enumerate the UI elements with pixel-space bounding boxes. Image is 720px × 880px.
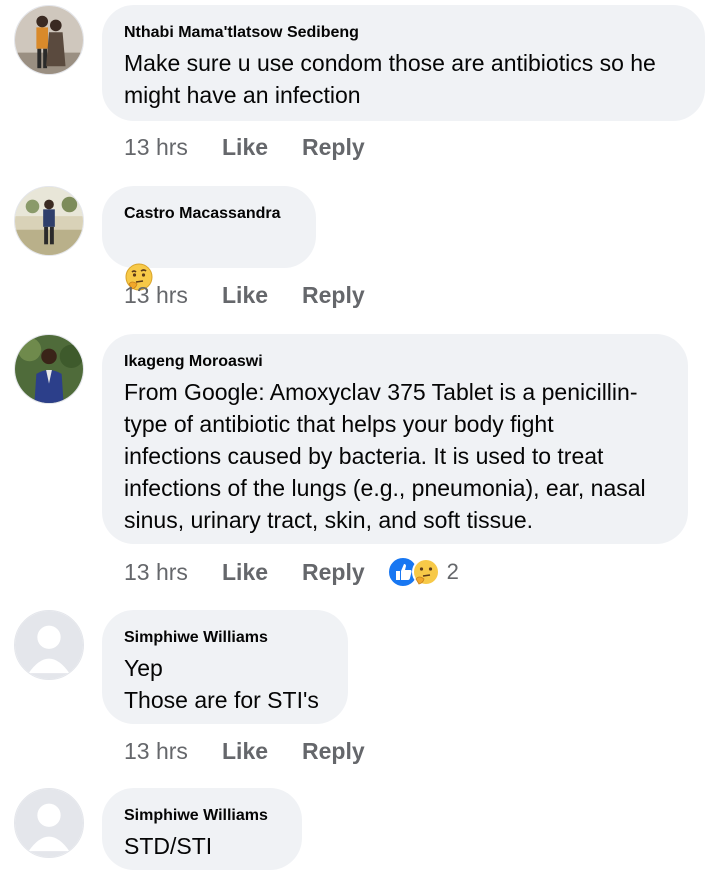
comment-author[interactable]: Nthabi Mama'tlatsow Sedibeng xyxy=(124,23,683,43)
avatar[interactable] xyxy=(14,610,84,680)
comment-bubble: Simphiwe Williams STD/STI xyxy=(102,788,302,870)
comment-timestamp[interactable]: 13 hrs xyxy=(124,559,222,586)
comment-bubble: Nthabi Mama'tlatsow Sedibeng Make sure u… xyxy=(102,5,705,121)
avatar[interactable] xyxy=(14,788,84,858)
comment-timestamp[interactable]: 13 hrs xyxy=(124,134,222,161)
comment-timestamp[interactable]: 13 hrs xyxy=(124,282,222,309)
like-button[interactable]: Like xyxy=(222,559,302,586)
comment-actions: 13 hrs Like Reply xyxy=(124,282,365,309)
comment-actions: 13 hrs Like Reply xyxy=(124,738,365,765)
person-outdoors-photo-icon xyxy=(15,187,83,255)
comment-text: From Google: Amoxyclav 375 Tablet is a p… xyxy=(124,379,646,533)
like-button[interactable]: Like xyxy=(222,282,302,309)
comment-actions: 13 hrs Like Reply xyxy=(124,134,365,161)
reply-button[interactable]: Reply xyxy=(302,559,365,586)
reply-button[interactable]: Reply xyxy=(302,282,365,309)
thinking-reaction-icon xyxy=(411,558,440,586)
comment-author[interactable]: Castro Macassandra xyxy=(124,204,294,224)
avatar[interactable] xyxy=(14,186,84,256)
avatar[interactable] xyxy=(14,5,84,75)
comment-actions: 13 hrs Like Reply 2 xyxy=(124,556,459,588)
comment-text: Yep Those are for STI's xyxy=(124,655,319,713)
comment-text: Make sure u use condom those are antibio… xyxy=(124,50,656,108)
like-button[interactable]: Like xyxy=(222,134,302,161)
reaction-count: 2 xyxy=(446,559,459,584)
comment-author[interactable]: Ikageng Moroaswi xyxy=(124,352,666,372)
comment-bubble: Castro Macassandra xyxy=(102,186,316,291)
comment-timestamp[interactable]: 13 hrs xyxy=(124,738,222,765)
couple-photo-icon xyxy=(15,6,83,74)
comment-bubble: Ikageng Moroaswi From Google: Amoxyclav … xyxy=(102,334,688,544)
comment-text: STD/STI xyxy=(124,833,213,859)
comment-author[interactable]: Simphiwe Williams xyxy=(124,628,326,648)
reply-button[interactable]: Reply xyxy=(302,738,365,765)
avatar[interactable] xyxy=(14,334,84,404)
reply-button[interactable]: Reply xyxy=(302,134,365,161)
reaction-summary[interactable]: 2 xyxy=(386,556,459,588)
default-avatar-icon xyxy=(15,611,83,679)
like-button[interactable]: Like xyxy=(222,738,302,765)
comment-author[interactable]: Simphiwe Williams xyxy=(124,806,280,826)
comment-bubble: Simphiwe Williams Yep Those are for STI'… xyxy=(102,610,348,724)
person-suit-photo-icon xyxy=(15,335,83,403)
default-avatar-icon xyxy=(15,789,83,857)
